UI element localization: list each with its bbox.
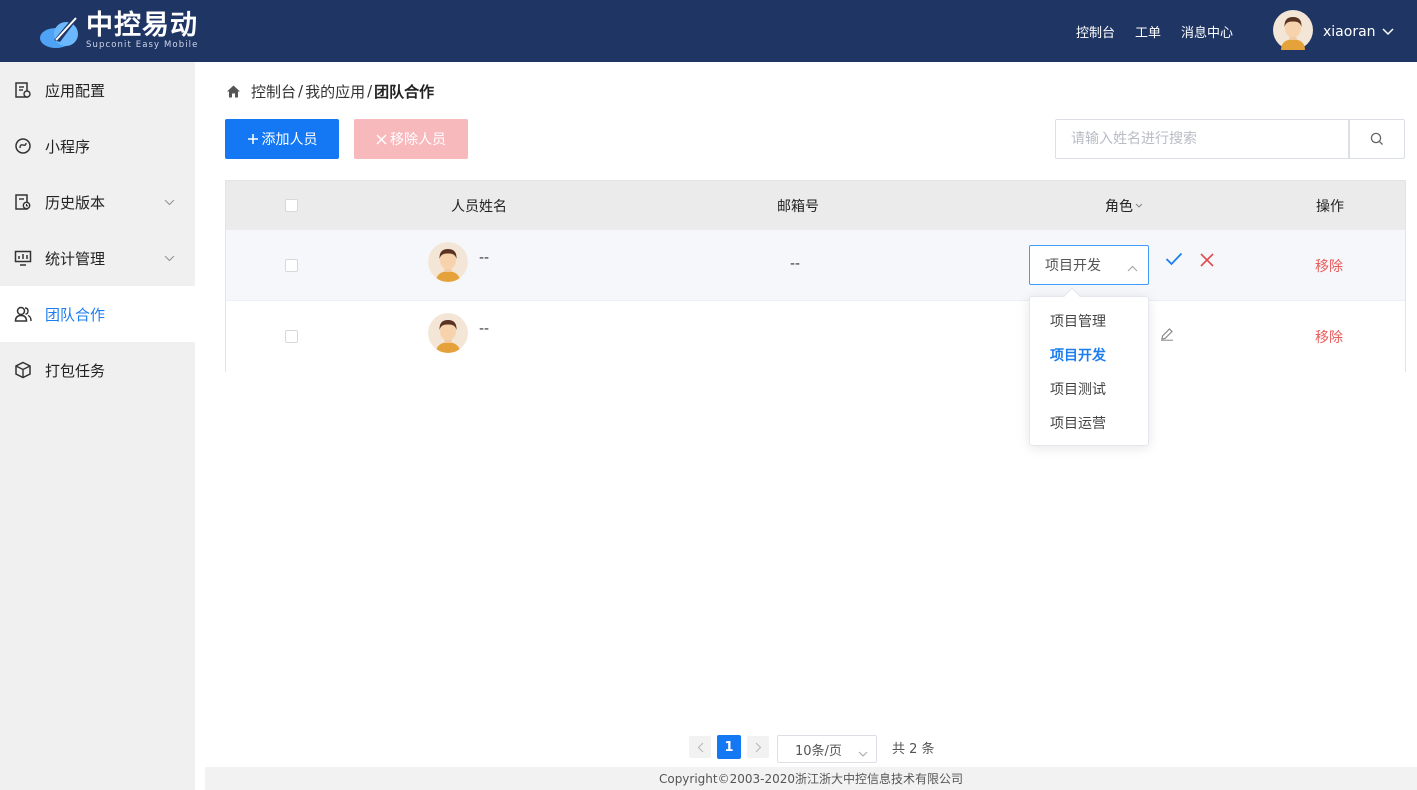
plus-icon	[247, 133, 259, 145]
sort-icon	[1135, 203, 1143, 209]
role-dropdown: 项目管理 项目开发 项目测试 项目运营	[1029, 287, 1149, 446]
sidebar-item-team[interactable]: 团队合作	[0, 286, 195, 342]
column-header-name: 人员姓名	[451, 198, 507, 215]
package-icon	[14, 361, 32, 379]
sidebar-item-app-config[interactable]: 应用配置	[0, 62, 195, 118]
sidebar-item-package[interactable]: 打包任务	[0, 342, 195, 398]
sidebar-item-statistics[interactable]: 统计管理	[0, 230, 195, 286]
table-row: -- 移除	[226, 301, 1405, 372]
add-member-button[interactable]: 添加人员	[225, 119, 339, 159]
row-checkbox[interactable]	[285, 259, 298, 272]
role-select[interactable]: 项目开发	[1029, 245, 1149, 285]
role-option[interactable]: 项目运营	[1030, 407, 1148, 441]
member-table: 人员姓名 邮箱号 角色 操作 -- -- 项目开发 移除 -- 移除	[225, 180, 1406, 372]
edit-pencil-icon[interactable]	[1160, 327, 1174, 345]
sidebar-item-label: 小程序	[45, 137, 91, 156]
breadcrumb-console[interactable]: 控制台	[251, 81, 296, 102]
select-all-checkbox[interactable]	[285, 199, 298, 212]
page-size-value: 10条/页	[795, 743, 842, 759]
sidebar-item-label: 团队合作	[45, 305, 106, 324]
mini-program-icon	[14, 137, 32, 155]
logo[interactable]: 中控易动 Supconit Easy Mobile	[38, 8, 198, 52]
sidebar-item-label: 统计管理	[45, 249, 106, 268]
member-name: --	[479, 250, 490, 266]
column-header-role[interactable]: 角色	[1105, 181, 1143, 230]
statistics-icon	[14, 249, 32, 267]
breadcrumb-separator: /	[298, 82, 304, 100]
avatar	[428, 313, 468, 353]
sidebar: 应用配置 小程序 历史版本 统计管理 团队合作 打包任务	[0, 62, 195, 790]
chevron-down-icon	[164, 194, 175, 210]
table-row: -- -- 项目开发 移除	[226, 230, 1405, 301]
chevron-down-icon	[164, 250, 175, 266]
sidebar-item-label: 打包任务	[45, 361, 106, 380]
chevron-right-icon	[755, 742, 762, 753]
search-input[interactable]	[1055, 119, 1349, 159]
history-version-icon	[14, 193, 32, 211]
remove-member-label: 移除人员	[390, 132, 446, 148]
breadcrumb-separator: /	[367, 82, 373, 100]
chevron-left-icon	[697, 742, 704, 753]
user-avatar	[1273, 10, 1313, 54]
table-header: 人员姓名 邮箱号 角色 操作	[226, 181, 1405, 230]
chevron-down-icon	[858, 746, 868, 761]
chevron-down-icon	[1382, 24, 1394, 40]
breadcrumb-current: 团队合作	[374, 82, 435, 101]
confirm-check-icon[interactable]	[1165, 252, 1183, 270]
role-option[interactable]: 项目管理	[1030, 305, 1148, 339]
search-icon	[1370, 132, 1384, 146]
nav-message-center[interactable]: 消息中心	[1181, 22, 1233, 41]
sidebar-item-label: 历史版本	[45, 193, 106, 212]
role-select-value: 项目开发	[1045, 258, 1101, 274]
remove-member-button[interactable]: 移除人员	[354, 119, 468, 159]
avatar	[428, 242, 468, 282]
next-page-button[interactable]	[747, 736, 769, 758]
role-option-selected[interactable]: 项目开发	[1030, 339, 1148, 373]
breadcrumb: 控制台 / 我的应用 / 团队合作	[226, 80, 434, 102]
sidebar-item-label: 应用配置	[45, 81, 106, 100]
column-header-role-label: 角色	[1105, 198, 1133, 215]
username: xiaoran	[1323, 24, 1376, 40]
remove-link[interactable]: 移除	[1315, 327, 1343, 347]
role-option[interactable]: 项目测试	[1030, 373, 1148, 407]
top-header: 中控易动 Supconit Easy Mobile 控制台 工单 消息中心 xi…	[0, 0, 1417, 62]
logo-title: 中控易动	[86, 9, 198, 41]
logo-subtitle: Supconit Easy Mobile	[86, 39, 199, 50]
home-icon[interactable]	[226, 84, 241, 99]
logo-icon	[38, 10, 84, 50]
search-button[interactable]	[1349, 119, 1405, 159]
top-nav: 控制台 工单 消息中心	[1076, 0, 1253, 62]
column-header-email: 邮箱号	[777, 198, 819, 215]
footer: Copyright©2003-2020浙江浙大中控信息技术有限公司	[205, 767, 1417, 790]
remove-link[interactable]: 移除	[1315, 256, 1343, 276]
copyright-text: Copyright©2003-2020浙江浙大中控信息技术有限公司	[658, 772, 964, 786]
close-icon	[376, 134, 387, 145]
chevron-up-icon	[1127, 260, 1138, 276]
row-checkbox[interactable]	[285, 330, 298, 343]
app-config-icon	[14, 81, 32, 99]
page-size-select[interactable]: 10条/页	[777, 735, 877, 763]
total-count: 共 2 条	[892, 742, 935, 757]
sidebar-item-mini-program[interactable]: 小程序	[0, 118, 195, 174]
user-menu[interactable]: xiaoran	[1273, 10, 1394, 54]
add-member-label: 添加人员	[261, 132, 318, 148]
page-number[interactable]: 1	[717, 735, 741, 759]
cancel-close-icon[interactable]	[1200, 253, 1214, 271]
nav-work-order[interactable]: 工单	[1135, 22, 1161, 41]
member-email: --	[790, 256, 801, 272]
pagination: 1	[689, 734, 769, 760]
member-name: --	[479, 321, 490, 337]
team-icon	[14, 305, 32, 323]
column-header-actions: 操作	[1316, 198, 1344, 215]
prev-page-button[interactable]	[689, 736, 711, 758]
sidebar-item-history-version[interactable]: 历史版本	[0, 174, 195, 230]
nav-console[interactable]: 控制台	[1076, 22, 1115, 41]
breadcrumb-my-apps[interactable]: 我的应用	[305, 81, 365, 102]
